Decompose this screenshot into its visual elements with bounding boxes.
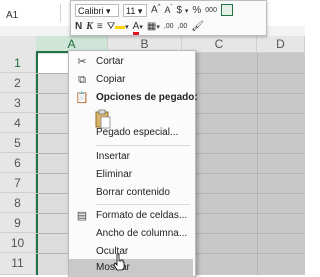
chevron-down-icon: ▾ <box>106 5 111 16</box>
context-menu: ✂ Cortar ⧉ Copiar 📋 Opciones de pegado: … <box>68 50 198 277</box>
borders-icon: ▦ <box>146 20 157 32</box>
row-header-5[interactable]: 5 <box>0 133 36 153</box>
increase-decimals-icon: ,00 <box>163 22 174 30</box>
menu-item-label: Opciones de pegado: <box>96 92 198 103</box>
fill-color-button[interactable]: ⛛ ▾ <box>107 21 129 32</box>
grow-font-button[interactable]: A^ <box>151 4 161 15</box>
decrease-decimals-icon: ,00 <box>177 22 188 30</box>
menu-item-label: Copiar <box>96 74 126 85</box>
bold-button[interactable]: N <box>75 21 82 32</box>
currency-button[interactable]: $ ▾ <box>177 5 189 16</box>
menu-item-column-width[interactable]: Ancho de columna... <box>69 225 193 243</box>
percent-button[interactable]: % <box>192 5 201 16</box>
mini-toolbar: Calibri ▾ 11 ▾ A^ Aˇ $ ▾ % 000 N K ≡ ⛛ ▾ … <box>70 0 267 36</box>
font-size-value: 11 <box>126 5 136 16</box>
row-header-4[interactable]: 4 <box>0 113 36 133</box>
name-box[interactable]: A1 <box>6 10 18 21</box>
thousands-separator-button[interactable]: 000 <box>205 7 217 14</box>
menu-item-paste-options: 📋 Opciones de pegado: <box>69 89 198 107</box>
menu-item-paste-special[interactable]: Pegado especial... <box>69 124 193 142</box>
copy-icon: ⧉ <box>78 74 86 86</box>
menu-separator <box>96 145 190 146</box>
menu-item-label: Cortar <box>96 56 124 67</box>
menu-item-label: Insertar <box>96 151 130 162</box>
row-header-2[interactable]: 2 <box>0 73 36 93</box>
mini-toolbar-row-2: N K ≡ ⛛ ▾ A▾ ▦▾ ,00 ,00 🖌 <box>75 18 204 35</box>
row-header-9[interactable]: 9 <box>0 213 36 233</box>
menu-item-cut[interactable]: ✂ Cortar <box>69 53 193 71</box>
menu-item-label: Ancho de columna... <box>96 228 188 239</box>
menu-item-label: Formato de celdas... <box>96 210 188 221</box>
font-size-dropdown[interactable]: 11 ▾ <box>123 3 147 17</box>
format-table-icon[interactable] <box>220 4 233 16</box>
row-header-10[interactable]: 10 <box>0 233 36 253</box>
mini-toolbar-row-1: Calibri ▾ 11 ▾ A^ Aˇ $ ▾ % 000 <box>75 2 233 18</box>
currency-icon: $ <box>176 4 183 16</box>
format-painter-icon[interactable]: 🖌 <box>191 21 204 32</box>
align-center-icon[interactable]: ≡ <box>97 21 103 32</box>
row-header-3[interactable]: 3 <box>0 93 36 113</box>
gridline <box>257 53 258 275</box>
clipboard-icon: 📋 <box>75 92 89 104</box>
menu-item-format-cells[interactable]: ▤ Formato de celdas... <box>69 207 193 225</box>
select-all-corner[interactable] <box>0 36 37 54</box>
menu-item-delete[interactable]: Eliminar <box>69 166 193 184</box>
row-header-11[interactable]: 11 <box>0 253 36 275</box>
fill-color-swatch <box>115 25 126 29</box>
menu-item-label: Pegado especial... <box>96 127 179 138</box>
name-box-divider <box>60 4 61 22</box>
font-color-button[interactable]: A▾ <box>132 20 143 35</box>
chevron-down-icon: ▾ <box>137 5 143 16</box>
row-header-8[interactable]: 8 <box>0 193 36 213</box>
scissors-icon: ✂ <box>77 56 87 68</box>
increase-decimals-button[interactable]: ,00 <box>164 23 174 30</box>
menu-item-label: Borrar contenido <box>96 187 170 198</box>
italic-button[interactable]: K <box>86 21 93 32</box>
font-family-dropdown[interactable]: Calibri ▾ <box>75 3 119 17</box>
menu-item-copy[interactable]: ⧉ Copiar <box>69 71 193 89</box>
format-cells-icon: ▤ <box>76 210 88 222</box>
row-header-1[interactable]: 1 <box>0 53 36 73</box>
font-family-value: Calibri <box>78 5 104 16</box>
paint-bucket-icon: ⛛ <box>106 20 116 32</box>
menu-item-clear-contents[interactable]: Borrar contenido <box>69 184 193 202</box>
column-header-d[interactable]: D <box>257 36 305 53</box>
row-header-6[interactable]: 6 <box>0 153 36 173</box>
menu-item-unhide[interactable]: Mostrar <box>69 259 193 277</box>
menu-item-insert[interactable]: Insertar <box>69 148 193 166</box>
borders-button[interactable]: ▦▾ <box>147 21 160 32</box>
decrease-decimals-button[interactable]: ,00 <box>178 23 188 30</box>
menu-item-label: Eliminar <box>96 169 133 180</box>
grow-font-icon: A <box>151 4 158 16</box>
hand-cursor-icon <box>113 253 125 271</box>
row-header-7[interactable]: 7 <box>0 173 36 193</box>
menu-separator <box>96 204 190 205</box>
shrink-font-button[interactable]: Aˇ <box>165 5 173 15</box>
